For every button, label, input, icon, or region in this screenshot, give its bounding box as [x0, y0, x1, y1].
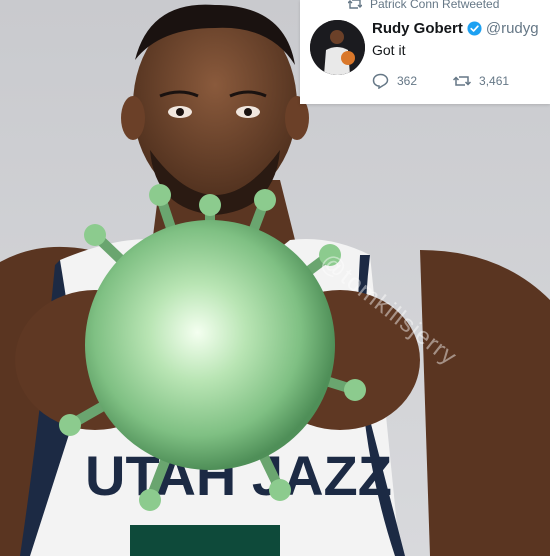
reply-button[interactable]: 362 — [372, 73, 417, 89]
tweet-actions: 362 3,461 — [372, 73, 509, 89]
tweet-text: Got it — [372, 42, 406, 58]
author-row: Rudy Gobert @rudyg — [372, 20, 539, 37]
retweet-action-icon — [453, 76, 472, 86]
avatar-image — [310, 20, 365, 75]
reply-icon — [372, 73, 389, 89]
retweet-count: 3,461 — [479, 74, 510, 88]
retweeted-by-label: Patrick Conn Retweeted — [370, 0, 500, 11]
avatar[interactable] — [310, 20, 365, 75]
retweet-context: Patrick Conn Retweeted — [348, 0, 499, 11]
author-handle[interactable]: @rudyg — [486, 20, 539, 37]
verified-badge-icon — [467, 21, 482, 36]
author-name[interactable]: Rudy Gobert — [372, 20, 463, 37]
retweet-button[interactable]: 3,461 — [453, 74, 509, 88]
meme-image: UTAH JAZZ @tomkillsjerry Patrick Conn Re… — [0, 0, 550, 556]
reply-count: 362 — [397, 74, 418, 88]
tweet-card[interactable]: Patrick Conn Retweeted Rudy Gobert @rudy… — [300, 0, 550, 104]
retweet-icon — [348, 0, 362, 9]
